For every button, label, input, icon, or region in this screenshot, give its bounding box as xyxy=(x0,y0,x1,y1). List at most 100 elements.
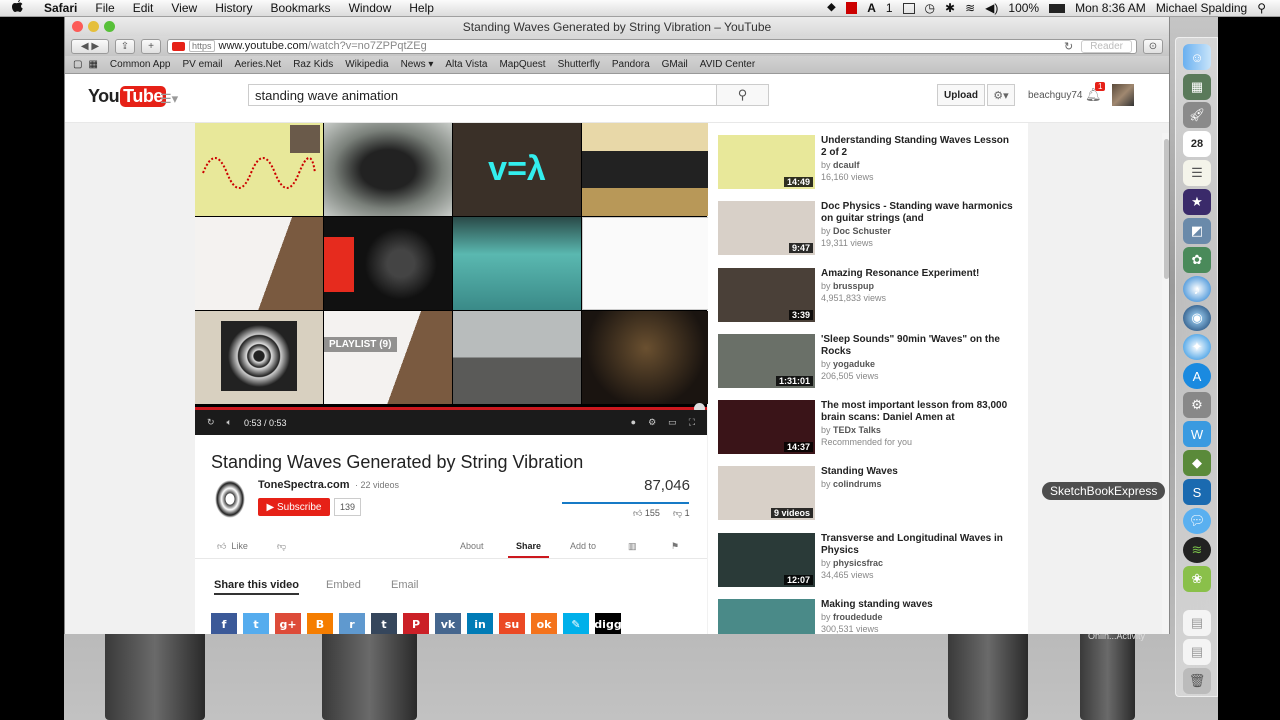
bookmark-common-app[interactable]: Common App xyxy=(104,59,177,70)
odnoklassniki-share-button[interactable]: ok xyxy=(531,613,557,634)
fullscreen-icon[interactable]: ⛶ xyxy=(689,417,695,428)
menu-safari[interactable]: Safari xyxy=(35,1,86,15)
dropbox-icon[interactable]: ⯁ xyxy=(827,1,837,16)
related-title[interactable]: Transverse and Longitudinal Waves in Phy… xyxy=(821,533,1016,557)
username[interactable]: beachguy74 xyxy=(1028,90,1083,101)
related-channel[interactable]: by Doc Schuster xyxy=(821,226,891,236)
related-channel[interactable]: by yogaduke xyxy=(821,359,875,369)
related-channel[interactable]: by froudedude xyxy=(821,612,883,622)
related-channel[interactable]: by colindrums xyxy=(821,479,882,489)
related-title[interactable]: Doc Physics - Standing wave harmonics on… xyxy=(821,201,1016,225)
volume-icon[interactable]: ◀) xyxy=(985,1,998,15)
related-title[interactable]: Amazing Resonance Experiment! xyxy=(821,268,1016,280)
bookmark-pandora[interactable]: Pandora xyxy=(606,59,656,70)
imovie-icon[interactable]: ★ xyxy=(1183,189,1211,215)
related-thumbnail[interactable] xyxy=(718,599,815,634)
like-button[interactable]: 👍︎ Like xyxy=(217,541,248,552)
trash-icon[interactable]: 🗑︎ xyxy=(1183,668,1211,694)
related-thumbnail[interactable]: 12:07 xyxy=(718,533,815,587)
user-menu[interactable]: Michael Spalding xyxy=(1156,1,1247,15)
related-video-item[interactable]: Making standing waves by froudedude 300,53… xyxy=(718,599,1018,634)
search-button[interactable]: ⚲ xyxy=(716,84,769,106)
player-settings-icon[interactable]: ⚙ xyxy=(648,417,656,428)
bookmark-shutterfly[interactable]: Shutterfly xyxy=(552,59,606,70)
bookmark-wikipedia[interactable]: Wikipedia xyxy=(339,59,394,70)
related-video-item[interactable]: 3:39 Amazing Resonance Experiment! by brus… xyxy=(718,268,1018,326)
back-button[interactable]: ◀ ▶ xyxy=(71,38,109,54)
channel-name[interactable]: ToneSpectra.com xyxy=(258,479,350,491)
linkedin-share-button[interactable]: in xyxy=(467,613,493,634)
related-title[interactable]: Making standing waves xyxy=(821,599,1016,611)
related-video-item[interactable]: 14:49 Understanding Standing Waves Lesson… xyxy=(718,135,1018,193)
tumblr-share-button[interactable]: t xyxy=(371,613,397,634)
related-title[interactable]: Understanding Standing Waves Lesson 2 of… xyxy=(821,135,1016,159)
timemachine-icon[interactable]: ◷ xyxy=(925,1,935,15)
adobe-icon[interactable]: A xyxy=(867,1,876,15)
theater-mode-icon[interactable]: ▭ xyxy=(668,417,677,428)
wunderlist-icon[interactable]: W xyxy=(1183,421,1211,447)
related-thumbnail[interactable]: 1:31:01 xyxy=(718,334,815,388)
messages-icon[interactable]: 💬︎ xyxy=(1183,508,1211,534)
plant-app-icon[interactable]: ❀ xyxy=(1183,566,1211,592)
reading-list-icon[interactable]: ▢ xyxy=(73,59,82,70)
related-video-item[interactable]: 14:37 The most important lesson from 83,0… xyxy=(718,400,1018,458)
bookmark-raz-kids[interactable]: Raz Kids xyxy=(287,59,339,70)
livejournal-share-button[interactable]: ✎ xyxy=(563,613,589,634)
tab-share-this-video[interactable]: Share this video xyxy=(214,579,299,595)
googleplus-share-button[interactable]: g+ xyxy=(275,613,301,634)
volume-icon[interactable]: 🔈︎ xyxy=(227,417,232,428)
tab-embed[interactable]: Embed xyxy=(326,579,361,591)
related-video-item[interactable]: 9 videos Standing Waves by colindrums xyxy=(718,466,1018,524)
video-player[interactable]: v=λ PLAYLIST (9) ↻ 🔈︎ 0:53 / 0:53 ● ⚙ ▭ … xyxy=(195,123,710,435)
bookmark-avid-center[interactable]: AVID Center xyxy=(694,59,761,70)
tab-email[interactable]: Email xyxy=(391,579,419,591)
guide-menu-icon[interactable]: ☰▾ xyxy=(160,91,178,107)
spotlight-icon[interactable]: ⚲ xyxy=(1257,1,1266,15)
menu-edit[interactable]: Edit xyxy=(124,1,163,15)
related-video-item[interactable]: 12:07 Transverse and Longitudinal Waves i… xyxy=(718,533,1018,591)
report-flag-icon[interactable]: ⚑ xyxy=(671,541,679,552)
related-thumbnail[interactable]: 9:47 xyxy=(718,201,815,255)
youtube-logo[interactable]: You Tube xyxy=(88,86,166,107)
system-preferences-icon[interactable]: ⚙ xyxy=(1183,392,1211,418)
downloads-button[interactable]: ⊙ xyxy=(1143,38,1163,54)
like-count[interactable]: 👍︎ 155 xyxy=(633,508,660,519)
safari-icon[interactable]: ✦ xyxy=(1183,334,1211,360)
mission-control-icon[interactable]: ▦ xyxy=(1183,74,1211,100)
menu-window[interactable]: Window xyxy=(340,1,401,15)
reader-button[interactable]: Reader xyxy=(1081,39,1132,53)
replay-icon[interactable]: ↻ xyxy=(207,417,215,428)
search-input[interactable]: standing wave animation xyxy=(248,84,717,106)
textedit-icon[interactable]: ☰ xyxy=(1183,160,1211,186)
display-icon[interactable] xyxy=(902,2,915,14)
subscribe-button[interactable]: ▶ Subscribe xyxy=(258,498,330,516)
related-channel[interactable]: by physicsfrac xyxy=(821,558,883,568)
calendar-icon[interactable]: 28 xyxy=(1183,131,1211,157)
app-store-icon[interactable]: A xyxy=(1183,363,1211,389)
clock[interactable]: Mon 8:36 AM xyxy=(1075,1,1146,15)
annotations-icon[interactable]: ● xyxy=(631,417,636,428)
downloads-stack-icon[interactable]: ▤ xyxy=(1183,639,1211,665)
document-stack-icon[interactable]: ▤ xyxy=(1183,610,1211,636)
bookmark-news[interactable]: News ▾ xyxy=(395,59,440,70)
related-title[interactable]: The most important lesson from 83,000 br… xyxy=(821,400,1016,424)
digg-share-button[interactable]: digg xyxy=(594,613,622,634)
menu-help[interactable]: Help xyxy=(400,1,443,15)
wifi-icon[interactable]: ≋ xyxy=(965,1,975,15)
stats-icon[interactable]: ▥ xyxy=(628,541,637,552)
twitter-share-button[interactable]: t xyxy=(243,613,269,634)
iphoto-icon[interactable]: ✿ xyxy=(1183,247,1211,273)
related-video-item[interactable]: 1:31:01 'Sleep Sounds" 90min 'Waves" on t… xyxy=(718,334,1018,392)
vk-share-button[interactable]: vk xyxy=(435,613,461,634)
channel-video-count[interactable]: · 22 videos xyxy=(355,480,399,490)
avatar[interactable] xyxy=(1112,84,1134,106)
bluetooth-icon[interactable]: ✱ xyxy=(945,1,955,15)
menu-bookmarks[interactable]: Bookmarks xyxy=(262,1,340,15)
related-video-item[interactable]: 9:47 Doc Physics - Standing wave harmonic… xyxy=(718,201,1018,259)
related-channel[interactable]: by brusspup xyxy=(821,281,874,291)
add-bookmark-button[interactable]: + xyxy=(141,38,161,54)
bookmark-gmail[interactable]: GMail xyxy=(656,59,694,70)
spotify-icon[interactable]: ≋ xyxy=(1183,537,1211,563)
related-thumbnail[interactable]: 14:37 xyxy=(718,400,815,454)
battery-percent[interactable]: 100% xyxy=(1008,1,1039,15)
